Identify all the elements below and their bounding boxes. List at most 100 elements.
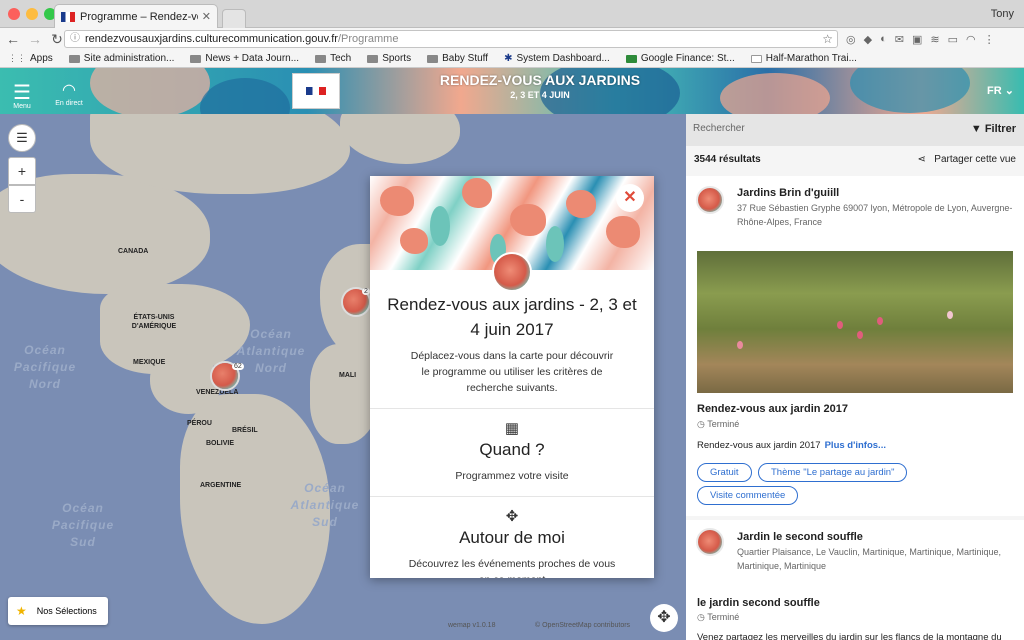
page-icon <box>68 54 80 63</box>
ocean-label: Océan Atlantique Sud <box>290 481 360 529</box>
flower-decoration <box>566 190 596 218</box>
more-info-link[interactable]: Plus d'infos... <box>825 440 886 451</box>
when-section[interactable]: ▦ Quand ? Programmez votre visite <box>370 408 654 496</box>
menu-button[interactable]: ☰ Menu <box>10 80 34 110</box>
photo-detail <box>857 331 863 339</box>
close-icon: ✕ <box>623 189 637 206</box>
around-section[interactable]: ✥ Autour de moi Découvrez les événements… <box>370 496 654 578</box>
mail-icon[interactable]: ✉ <box>895 33 904 46</box>
when-subtitle: Programmez votre visite <box>455 470 569 482</box>
layers-icon[interactable]: ≋ <box>930 33 939 46</box>
bookmark-label: System Dashboard... <box>516 53 610 64</box>
rss-icon: ◠ <box>62 82 76 99</box>
bookmark-star-icon[interactable]: ☆ <box>822 31 833 47</box>
share-label: Partager cette vue <box>934 154 1016 165</box>
ocean-label: Océan Pacifique Sud <box>51 501 115 549</box>
tab-favicon-icon <box>61 11 75 22</box>
extension-icon[interactable]: ◐ <box>880 33 887 45</box>
map-layers-button[interactable]: ☰ <box>8 124 36 152</box>
event-title[interactable]: le jardin second souffle <box>697 597 820 609</box>
flower-decoration <box>462 178 492 208</box>
bookmark-label: Google Finance: St... <box>640 53 735 64</box>
close-modal-button[interactable]: ✕ <box>616 184 644 212</box>
garden-name[interactable]: Jardin le second souffle <box>737 531 863 543</box>
zoom-in-icon: + <box>17 163 27 179</box>
leaf-decoration <box>546 226 564 262</box>
list-item[interactable]: Jardins Brin d'guiill 37 Rue Sébastien G… <box>686 176 1024 516</box>
back-icon[interactable]: ← <box>4 31 22 47</box>
modal-description: Déplacez-vous dans la carte pour découvr… <box>410 350 614 394</box>
selections-label: Nos Sélections <box>36 606 97 616</box>
photo-detail <box>947 311 953 319</box>
minimize-window-button[interactable] <box>26 8 38 20</box>
around-subtitle: Découvrez les événements proches de vous… <box>408 558 616 578</box>
bookmark-item[interactable]: News + Data Journ... <box>190 53 299 64</box>
land-greenland <box>340 114 460 164</box>
selections-button[interactable]: ★ Nos Sélections <box>8 597 108 625</box>
filter-icon: ▼ <box>970 123 982 135</box>
site-header: ☰ Menu ◠ En direct RENDEZ-VOUS AUX JARDINS… <box>0 68 1024 114</box>
apps-grid-icon: ⋮⋮ <box>8 53 26 63</box>
extension-icon[interactable]: ◠ <box>966 33 976 46</box>
cast-icon[interactable]: ▭ <box>948 33 958 46</box>
bookmark-item[interactable]: Baby Stuff <box>427 53 488 64</box>
list-item[interactable]: Jardin le second souffle Quartier Plaisa… <box>686 520 1024 640</box>
tag-badge[interactable]: Visite commentée <box>697 486 799 505</box>
event-line: Rendez-vous aux jardin 2017 Plus d'infos.… <box>697 440 886 451</box>
event-title[interactable]: Rendez-vous aux jardin 2017 <box>697 403 848 415</box>
site-title[interactable]: RENDEZ-VOUS AUX JARDINS <box>400 72 680 88</box>
zoom-out-button[interactable]: - <box>8 185 36 213</box>
close-window-button[interactable] <box>8 8 20 20</box>
locate-button[interactable]: ✥ <box>650 604 678 632</box>
garden-address: 37 Rue Sébastien Gryphe 69007 lyon, Métr… <box>737 203 1013 227</box>
results-panel: Rechercher ▼ Filtrer 3544 résultats ⋖ Pa… <box>686 114 1024 640</box>
status-label: Terminé <box>707 419 740 429</box>
browser-titlebar: Programme – Rendez-vous aux jardins ✕ To… <box>0 0 1024 28</box>
bookmark-item[interactable]: ✱ System Dashboard... <box>504 53 610 64</box>
map-label-mali: MALI <box>339 372 357 379</box>
url-input[interactable]: ⓘ rendezvousauxjardins.culturecommunicat… <box>64 30 838 48</box>
zoom-in-button[interactable]: + <box>8 157 36 185</box>
garden-photo[interactable] <box>697 251 1013 393</box>
menu-dots-icon[interactable]: ⋮ <box>984 33 995 46</box>
profile-name[interactable]: Tony <box>991 8 1014 20</box>
share-view-button[interactable]: ⋖ Partager cette vue <box>918 154 1016 165</box>
bookmark-label: Site administration... <box>83 53 175 64</box>
calendar-icon: ▦ <box>504 420 520 437</box>
browser-tab-active[interactable]: Programme – Rendez-vous aux jardins ✕ <box>54 4 218 28</box>
language-selector[interactable]: FR ⌄ <box>987 84 1014 97</box>
extension-icon[interactable]: ◎ <box>846 33 856 46</box>
republique-francaise-logo[interactable] <box>292 73 340 109</box>
tab-close-icon[interactable]: ✕ <box>202 10 211 23</box>
tag-badge[interactable]: Thème "Le partage au jardin" <box>758 463 908 482</box>
bookmark-item[interactable]: Google Finance: St... <box>625 53 735 64</box>
filter-button[interactable]: ▼ Filtrer <box>971 123 1016 135</box>
page-info-icon[interactable]: ⓘ <box>70 31 80 47</box>
photo-detail <box>737 341 743 349</box>
bookmark-label: Half-Marathon Trai... <box>765 53 857 64</box>
bookmarks-bar: ⋮⋮ Apps Site administration... News + Dat… <box>0 50 1024 68</box>
bookmark-item[interactable]: Site administration... <box>68 53 175 64</box>
translate-icon[interactable]: ▣ <box>912 33 922 46</box>
osm-attribution[interactable]: © OpenStreetMap contributors <box>535 622 630 629</box>
live-button[interactable]: ◠ En direct <box>54 80 84 110</box>
dropbox-icon[interactable]: ◆ <box>864 33 872 46</box>
bookmark-label: Sports <box>382 53 412 64</box>
site-subtitle: 2, 3 ET 4 JUIN <box>510 90 570 100</box>
share-icon: ⋖ <box>917 154 926 165</box>
tag-badge[interactable]: Gratuit <box>697 463 752 482</box>
bookmark-apps[interactable]: ⋮⋮ Apps <box>8 53 53 64</box>
new-tab-button[interactable] <box>222 9 246 28</box>
wemap-attribution[interactable]: wemap v1.0.18 <box>448 622 495 629</box>
forward-icon[interactable]: → <box>26 31 44 47</box>
bookmark-item[interactable]: Tech <box>315 53 351 64</box>
map-label-usa: ÉTATS-UNIS D'AMÉRIQUE <box>131 314 177 330</box>
garden-name[interactable]: Jardins Brin d'guiill <box>737 187 839 199</box>
bookmark-item[interactable]: Sports <box>367 53 411 64</box>
modal-avatar <box>492 252 532 292</box>
extension-icons: ◎ ◆ ◐ ✉ ▣ ≋ ▭ ◠ ⋮ <box>846 30 995 48</box>
search-input[interactable]: Rechercher <box>693 123 745 134</box>
bookmark-item[interactable]: Half-Marathon Trai... <box>750 53 857 64</box>
header-decoration <box>720 73 830 114</box>
bookmark-label: Baby Stuff <box>442 53 489 64</box>
